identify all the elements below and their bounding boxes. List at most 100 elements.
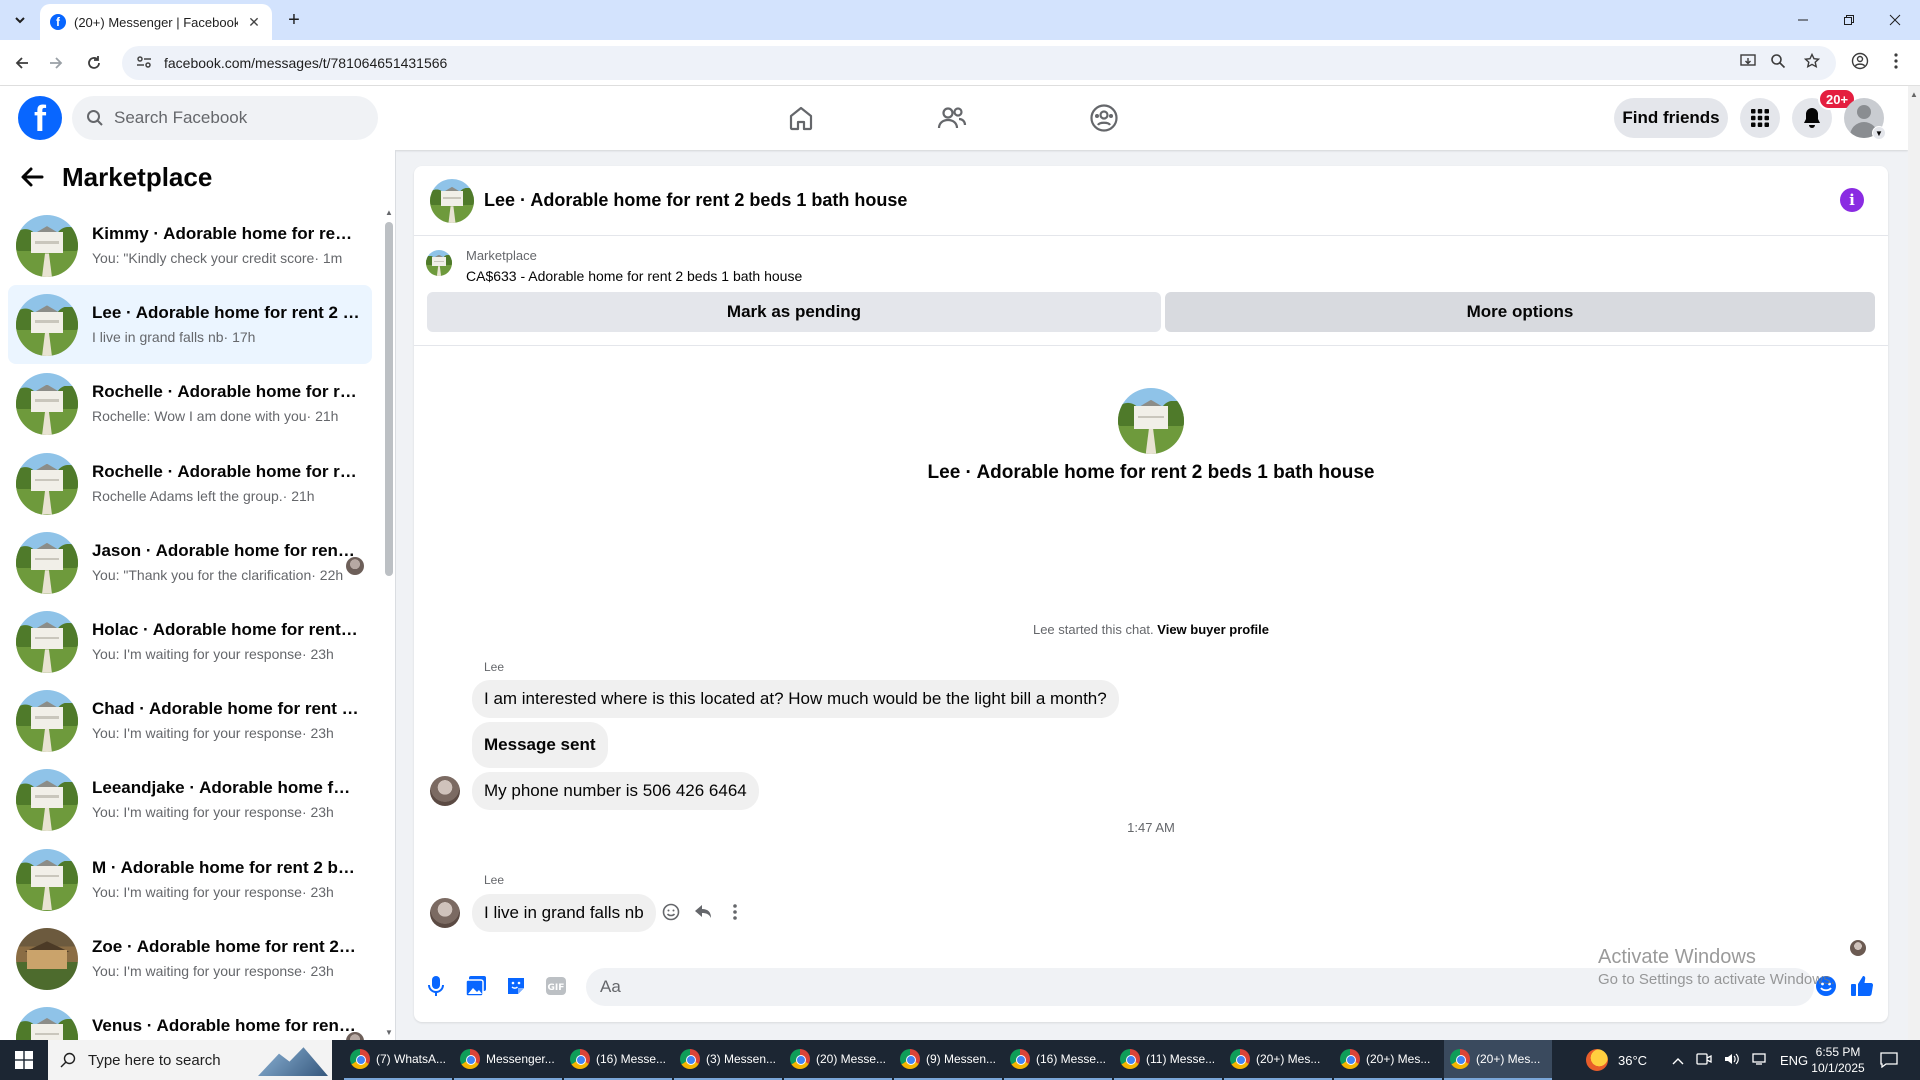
menu-grid-button[interactable] bbox=[1740, 98, 1780, 138]
bookmark-star-icon[interactable] bbox=[1800, 49, 1824, 73]
panel-header: Marketplace bbox=[0, 150, 395, 206]
gif-button[interactable]: GIF bbox=[544, 974, 568, 998]
weather-widget[interactable]: 36°C bbox=[1586, 1040, 1647, 1080]
chrome-icon bbox=[680, 1049, 700, 1069]
message-bubble[interactable]: I live in grand falls nb bbox=[472, 894, 656, 932]
conversation-item[interactable]: Lee · Adorable home for rent 2 beds 1 ba… bbox=[8, 285, 372, 365]
reload-button[interactable] bbox=[82, 51, 106, 75]
close-window-button[interactable] bbox=[1872, 0, 1918, 40]
restore-button[interactable] bbox=[1826, 0, 1872, 40]
page-scrollbar[interactable]: ▲ bbox=[1908, 86, 1920, 1040]
snippet-time: · 17h bbox=[223, 329, 256, 346]
new-tab-button[interactable]: + bbox=[282, 8, 306, 32]
more-actions-icon[interactable] bbox=[725, 902, 745, 922]
taskbar-app-button[interactable]: (9) Messen... bbox=[894, 1040, 1002, 1080]
tab-search-button[interactable] bbox=[8, 8, 32, 32]
browser-tabstrip: f (20+) Messenger | Facebook ✕ + bbox=[0, 0, 1920, 40]
back-arrow-button[interactable] bbox=[20, 166, 48, 190]
taskbar-search-input[interactable]: Type here to search bbox=[48, 1040, 332, 1080]
conversation-item[interactable]: Holac · Adorable home for rent 2 beds 1 … bbox=[8, 602, 372, 681]
start-button[interactable] bbox=[0, 1040, 48, 1080]
meet-now-icon[interactable] bbox=[1696, 1052, 1712, 1069]
conversation-snippet: I live in grand falls nb · 17h bbox=[92, 329, 362, 345]
search-icon bbox=[60, 1052, 76, 1068]
scroll-down-icon[interactable]: ▼ bbox=[384, 1028, 394, 1037]
forward-button[interactable] bbox=[44, 51, 68, 75]
friends-nav-button[interactable] bbox=[934, 100, 970, 136]
view-buyer-profile-link[interactable]: View buyer profile bbox=[1157, 622, 1269, 637]
account-chevron-icon[interactable]: ▼ bbox=[1872, 126, 1886, 140]
listing-thumbnail[interactable] bbox=[426, 250, 452, 276]
install-app-icon[interactable] bbox=[1736, 49, 1760, 73]
conversation-name: Chad · Adorable home for rent 2 beds 1 b… bbox=[92, 699, 360, 719]
conversation-item[interactable]: M · Adorable home for rent 2 beds 1 bath… bbox=[8, 840, 372, 919]
conversation-list-scrollbar[interactable]: ▲ ▼ bbox=[384, 206, 394, 1040]
taskbar-app-label: (20+) Mes... bbox=[1476, 1052, 1541, 1066]
chat-header-thumbnail[interactable] bbox=[430, 179, 474, 223]
conversation-snippet: You: I'm waiting for your response · 23h bbox=[92, 804, 362, 820]
scroll-up-icon[interactable]: ▲ bbox=[1910, 90, 1918, 99]
conversation-item[interactable]: Zoe · Adorable home for rent 2 beds 1 ba… bbox=[8, 919, 372, 998]
conversation-item[interactable]: Kimmy · Adorable home for rent 2 beds 1 … bbox=[8, 206, 372, 285]
conversation-item[interactable]: Chad · Adorable home for rent 2 beds 1 b… bbox=[8, 681, 372, 760]
taskbar-clock[interactable]: 6:55 PM 10/1/2025 bbox=[1806, 1040, 1870, 1080]
like-send-button[interactable] bbox=[1850, 974, 1874, 998]
taskbar-app-button[interactable]: Messenger... bbox=[454, 1040, 562, 1080]
reply-icon[interactable] bbox=[693, 902, 713, 922]
sender-avatar[interactable] bbox=[430, 776, 460, 806]
voice-clip-button[interactable] bbox=[424, 974, 448, 998]
taskbar-app-button[interactable]: (20+) Mes... bbox=[1224, 1040, 1332, 1080]
home-nav-button[interactable] bbox=[783, 100, 819, 136]
facebook-search-input[interactable]: Search Facebook bbox=[72, 96, 378, 140]
snippet-time: · 22h bbox=[311, 566, 344, 583]
attach-photo-button[interactable] bbox=[464, 974, 488, 998]
taskbar-app-button[interactable]: (16) Messe... bbox=[1004, 1040, 1112, 1080]
react-emoji-icon[interactable] bbox=[661, 902, 681, 922]
groups-nav-button[interactable] bbox=[1086, 100, 1122, 136]
scroll-up-icon[interactable]: ▲ bbox=[384, 208, 394, 217]
taskbar-app-button[interactable]: (3) Messen... bbox=[674, 1040, 782, 1080]
conversation-item[interactable]: Rochelle · Adorable home for rent 2 beds… bbox=[8, 364, 372, 443]
listing-price-title[interactable]: CA$633 - Adorable home for rent 2 beds 1… bbox=[466, 268, 802, 284]
address-bar[interactable]: facebook.com/messages/t/781064651431566 bbox=[122, 46, 1836, 80]
microphone-icon bbox=[428, 976, 444, 996]
language-indicator[interactable]: ENG bbox=[1780, 1053, 1808, 1068]
conversation-item[interactable]: Jason · Adorable home for rent 2 beds 1 … bbox=[8, 523, 372, 602]
facebook-logo-icon[interactable]: f bbox=[18, 96, 62, 140]
volume-icon[interactable] bbox=[1724, 1052, 1740, 1069]
scrollbar-thumb[interactable] bbox=[385, 222, 393, 576]
network-icon[interactable] bbox=[1752, 1052, 1768, 1069]
mark-as-pending-button[interactable]: Mark as pending bbox=[427, 292, 1161, 332]
browser-menu-icon[interactable] bbox=[1884, 49, 1908, 73]
taskbar-app-button[interactable]: (16) Messe... bbox=[564, 1040, 672, 1080]
taskbar-app-button[interactable]: (20) Messe... bbox=[784, 1040, 892, 1080]
browser-tab-active[interactable]: f (20+) Messenger | Facebook ✕ bbox=[40, 4, 272, 40]
message-bubble[interactable]: I am interested where is this located at… bbox=[472, 680, 1119, 718]
taskbar-app-button[interactable]: (7) WhatsA... bbox=[344, 1040, 452, 1080]
find-friends-button[interactable]: Find friends bbox=[1614, 98, 1728, 138]
info-icon[interactable]: i bbox=[1840, 188, 1864, 212]
notification-center-button[interactable] bbox=[1880, 1040, 1898, 1080]
chevron-up-icon[interactable] bbox=[1672, 1053, 1684, 1068]
back-button[interactable] bbox=[10, 51, 34, 75]
minimize-button[interactable] bbox=[1780, 0, 1826, 40]
zoom-icon[interactable] bbox=[1766, 49, 1790, 73]
svg-text:GIF: GIF bbox=[548, 983, 565, 993]
more-options-button[interactable]: More options bbox=[1165, 292, 1875, 332]
chat-title[interactable]: Lee · Adorable home for rent 2 beds 1 ba… bbox=[484, 190, 907, 211]
taskbar-app-button[interactable]: (20+) Mes... bbox=[1334, 1040, 1442, 1080]
conversation-item[interactable]: Leeandjake · Adorable home for rent 2 be… bbox=[8, 760, 372, 839]
sender-avatar[interactable] bbox=[430, 898, 460, 928]
taskbar-app-button[interactable]: (20+) Mes... bbox=[1444, 1040, 1552, 1080]
conversation-item[interactable]: Rochelle · Adorable home for rent 2 beds… bbox=[8, 444, 372, 523]
conversation-item[interactable]: Venus · Adorable home for rent 2 beds 1 … bbox=[8, 998, 372, 1040]
sticker-button[interactable] bbox=[504, 974, 528, 998]
tab-close-icon[interactable]: ✕ bbox=[246, 14, 262, 31]
message-bubble[interactable]: My phone number is 506 426 6464 bbox=[472, 772, 759, 810]
taskbar-app-button[interactable]: (11) Messe... bbox=[1114, 1040, 1222, 1080]
snippet-time: · 1m bbox=[314, 250, 343, 266]
site-info-icon[interactable] bbox=[136, 55, 152, 72]
profile-icon[interactable] bbox=[1848, 49, 1872, 73]
message-input-placeholder: Aa bbox=[600, 977, 621, 996]
message-sent-bubble[interactable]: Message sent bbox=[472, 722, 608, 768]
